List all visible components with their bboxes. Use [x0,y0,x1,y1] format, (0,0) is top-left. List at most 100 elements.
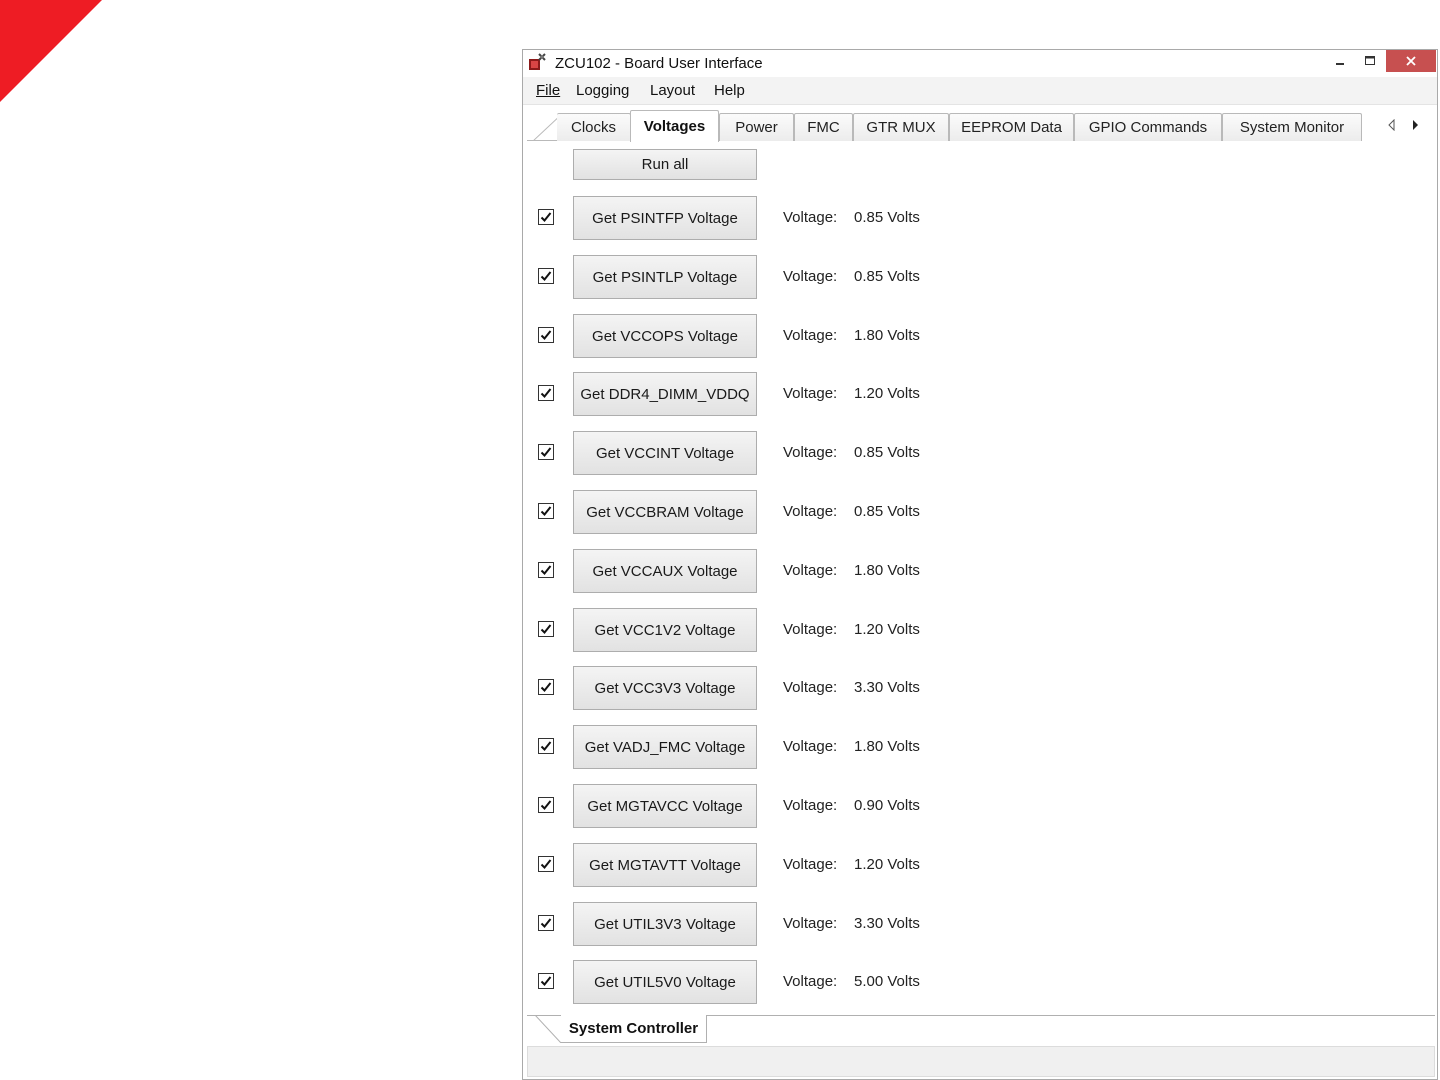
tab-fmc-label: FMC [807,119,840,136]
arrow-right-icon [1413,120,1418,130]
row-checkbox[interactable] [538,503,554,519]
checkmark-icon [540,918,552,928]
get-voltage-button[interactable]: Get MGTAVCC Voltage [573,784,757,828]
tab-scroll-left[interactable] [1385,117,1399,133]
checkmark-icon [540,212,552,222]
bottom-tab-bar: System Controller [527,1015,1435,1043]
menu-layout[interactable]: Layout [650,82,695,99]
get-voltage-button[interactable]: Get VADJ_FMC Voltage [573,725,757,769]
arrow-left-icon [1388,119,1395,131]
voltage-label: Voltage: [783,444,838,461]
get-voltage-button[interactable]: Get VCC3V3 Voltage [573,666,757,710]
row-checkbox[interactable] [538,679,554,695]
voltage-label: Voltage: [783,562,838,579]
menu-help[interactable]: Help [714,82,745,99]
voltage-value: 1.80 Volts [854,327,920,344]
get-voltage-button[interactable]: Get PSINTLP Voltage [573,255,757,299]
window-title: ZCU102 - Board User Interface [555,55,763,72]
voltage-value: 5.00 Volts [854,973,920,990]
get-voltage-button[interactable]: Get UTIL3V3 Voltage [573,902,757,946]
voltage-value: 1.80 Volts [854,562,920,579]
menu-bar: File Logging Layout Help [523,77,1437,105]
checkmark-icon [540,624,552,634]
row-checkbox[interactable] [538,797,554,813]
tab-system-controller[interactable]: System Controller [561,1015,707,1043]
voltage-row: Get MGTAVTT Voltage Voltage: 1.20 Volts [527,843,1427,887]
tab-gpio-commands[interactable]: GPIO Commands [1074,113,1222,141]
red-corner-decoration [0,0,102,102]
get-voltage-button[interactable]: Get VCCAUX Voltage [573,549,757,593]
menu-file-label: File [536,82,561,99]
voltage-label: Voltage: [783,915,838,932]
maximize-button[interactable] [1353,50,1387,72]
checkmark-icon [540,271,552,281]
voltage-value: 1.20 Volts [854,385,920,402]
row-checkbox[interactable] [538,915,554,931]
voltage-row: Get VCC3V3 Voltage Voltage: 3.30 Volts [527,666,1427,710]
voltage-value: 3.30 Volts [854,679,920,696]
tab-eeprom-data-label: EEPROM Data [961,119,1062,136]
checkmark-icon [540,800,552,810]
minimize-button[interactable] [1323,50,1357,72]
run-all-button[interactable]: Run all [573,149,757,180]
row-checkbox[interactable] [538,973,554,989]
voltage-row: Get PSINTLP Voltage Voltage: 0.85 Volts [527,255,1427,299]
row-checkbox[interactable] [538,268,554,284]
row-checkbox[interactable] [538,856,554,872]
voltage-value: 1.20 Volts [854,856,920,873]
row-checkbox[interactable] [538,444,554,460]
voltage-label: Voltage: [783,268,838,285]
voltage-row: Get VADJ_FMC Voltage Voltage: 1.80 Volts [527,725,1427,769]
tab-voltages-label: Voltages [643,118,706,135]
row-checkbox[interactable] [538,209,554,225]
row-checkbox[interactable] [538,327,554,343]
voltage-label: Voltage: [783,679,838,696]
tab-clocks[interactable]: Clocks [557,113,631,141]
row-checkbox[interactable] [538,738,554,754]
tab-system-monitor[interactable]: System Monitor [1222,113,1362,141]
voltage-row: Get UTIL3V3 Voltage Voltage: 3.30 Volts [527,902,1427,946]
voltage-label: Voltage: [783,738,838,755]
tab-gtr-mux[interactable]: GTR MUX [853,113,949,141]
board-ui-app-icon [529,53,546,70]
tab-fmc[interactable]: FMC [794,113,853,141]
checkmark-icon [540,976,552,986]
voltage-row: Get MGTAVCC Voltage Voltage: 0.90 Volts [527,784,1427,828]
row-checkbox[interactable] [538,621,554,637]
minimize-icon [1336,63,1344,65]
close-button[interactable] [1386,50,1436,72]
voltage-row: Get PSINTFP Voltage Voltage: 0.85 Volts [527,196,1427,240]
voltage-label: Voltage: [783,797,838,814]
app-window: ZCU102 - Board User Interface File Loggi… [522,49,1438,1080]
row-checkbox[interactable] [538,562,554,578]
menu-help-label: Help [714,82,745,99]
get-voltage-button[interactable]: Get VCCOPS Voltage [573,314,757,358]
tab-voltages[interactable]: Voltages [630,110,719,142]
voltage-value: 0.85 Volts [854,209,920,226]
tab-eeprom-data[interactable]: EEPROM Data [949,113,1074,141]
voltage-row: Get UTIL5V0 Voltage Voltage: 5.00 Volts [527,960,1427,1004]
menu-file[interactable]: File [536,82,560,99]
voltage-value: 0.85 Volts [854,503,920,520]
get-voltage-button[interactable]: Get VCCINT Voltage [573,431,757,475]
checkmark-icon [540,682,552,692]
voltage-label: Voltage: [783,385,838,402]
menu-logging[interactable]: Logging [576,82,629,99]
voltage-row: Get VCC1V2 Voltage Voltage: 1.20 Volts [527,608,1427,652]
tab-power[interactable]: Power [719,113,794,141]
get-voltage-button[interactable]: Get PSINTFP Voltage [573,196,757,240]
checkmark-icon [540,388,552,398]
checkmark-icon [540,330,552,340]
get-voltage-button[interactable]: Get VCC1V2 Voltage [573,608,757,652]
checkmark-icon [540,506,552,516]
voltage-row: Get VCCBRAM Voltage Voltage: 0.85 Volts [527,490,1427,534]
get-voltage-button[interactable]: Get VCCBRAM Voltage [573,490,757,534]
row-checkbox[interactable] [538,385,554,401]
tab-system-monitor-label: System Monitor [1239,119,1345,136]
tab-gtr-mux-label: GTR MUX [866,119,936,136]
tab-scroll-right[interactable] [1408,117,1422,133]
get-voltage-button[interactable]: Get DDR4_DIMM_VDDQ [573,372,757,416]
tab-power-label: Power [735,119,778,136]
get-voltage-button[interactable]: Get MGTAVTT Voltage [573,843,757,887]
get-voltage-button[interactable]: Get UTIL5V0 Voltage [573,960,757,1004]
